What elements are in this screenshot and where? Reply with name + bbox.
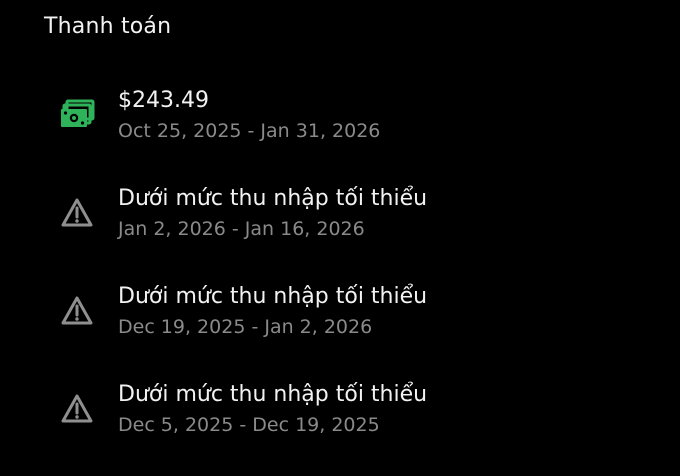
payment-item[interactable]: Dưới mức thu nhập tối thiểu Dec 19, 2025…	[0, 280, 680, 378]
payment-status: Dưới mức thu nhập tối thiểu	[118, 382, 428, 407]
payment-status: Dưới mức thu nhập tối thiểu	[118, 284, 428, 309]
payment-period: Dec 5, 2025 - Dec 19, 2025	[118, 414, 380, 436]
warning-icon	[58, 292, 96, 330]
payment-amount: $243.49	[118, 88, 209, 113]
payments-list: $243.49 Oct 25, 2025 - Jan 31, 2026 Dưới…	[0, 84, 680, 476]
payment-period: Oct 25, 2025 - Jan 31, 2026	[118, 120, 381, 142]
payment-period: Dec 19, 2025 - Jan 2, 2026	[118, 316, 373, 338]
warning-icon	[58, 194, 96, 232]
warning-icon	[58, 390, 96, 428]
payment-status: Dưới mức thu nhập tối thiểu	[118, 186, 428, 211]
payment-item[interactable]: Dưới mức thu nhập tối thiểu Jan 2, 2026 …	[0, 182, 680, 280]
payment-item[interactable]: $243.49 Oct 25, 2025 - Jan 31, 2026	[0, 84, 680, 182]
payment-item[interactable]: Dưới mức thu nhập tối thiểu Dec 5, 2025 …	[0, 378, 680, 476]
payment-period: Jan 2, 2026 - Jan 16, 2026	[118, 218, 365, 240]
section-title: Thanh toán	[44, 14, 172, 39]
cash-icon	[58, 96, 96, 134]
